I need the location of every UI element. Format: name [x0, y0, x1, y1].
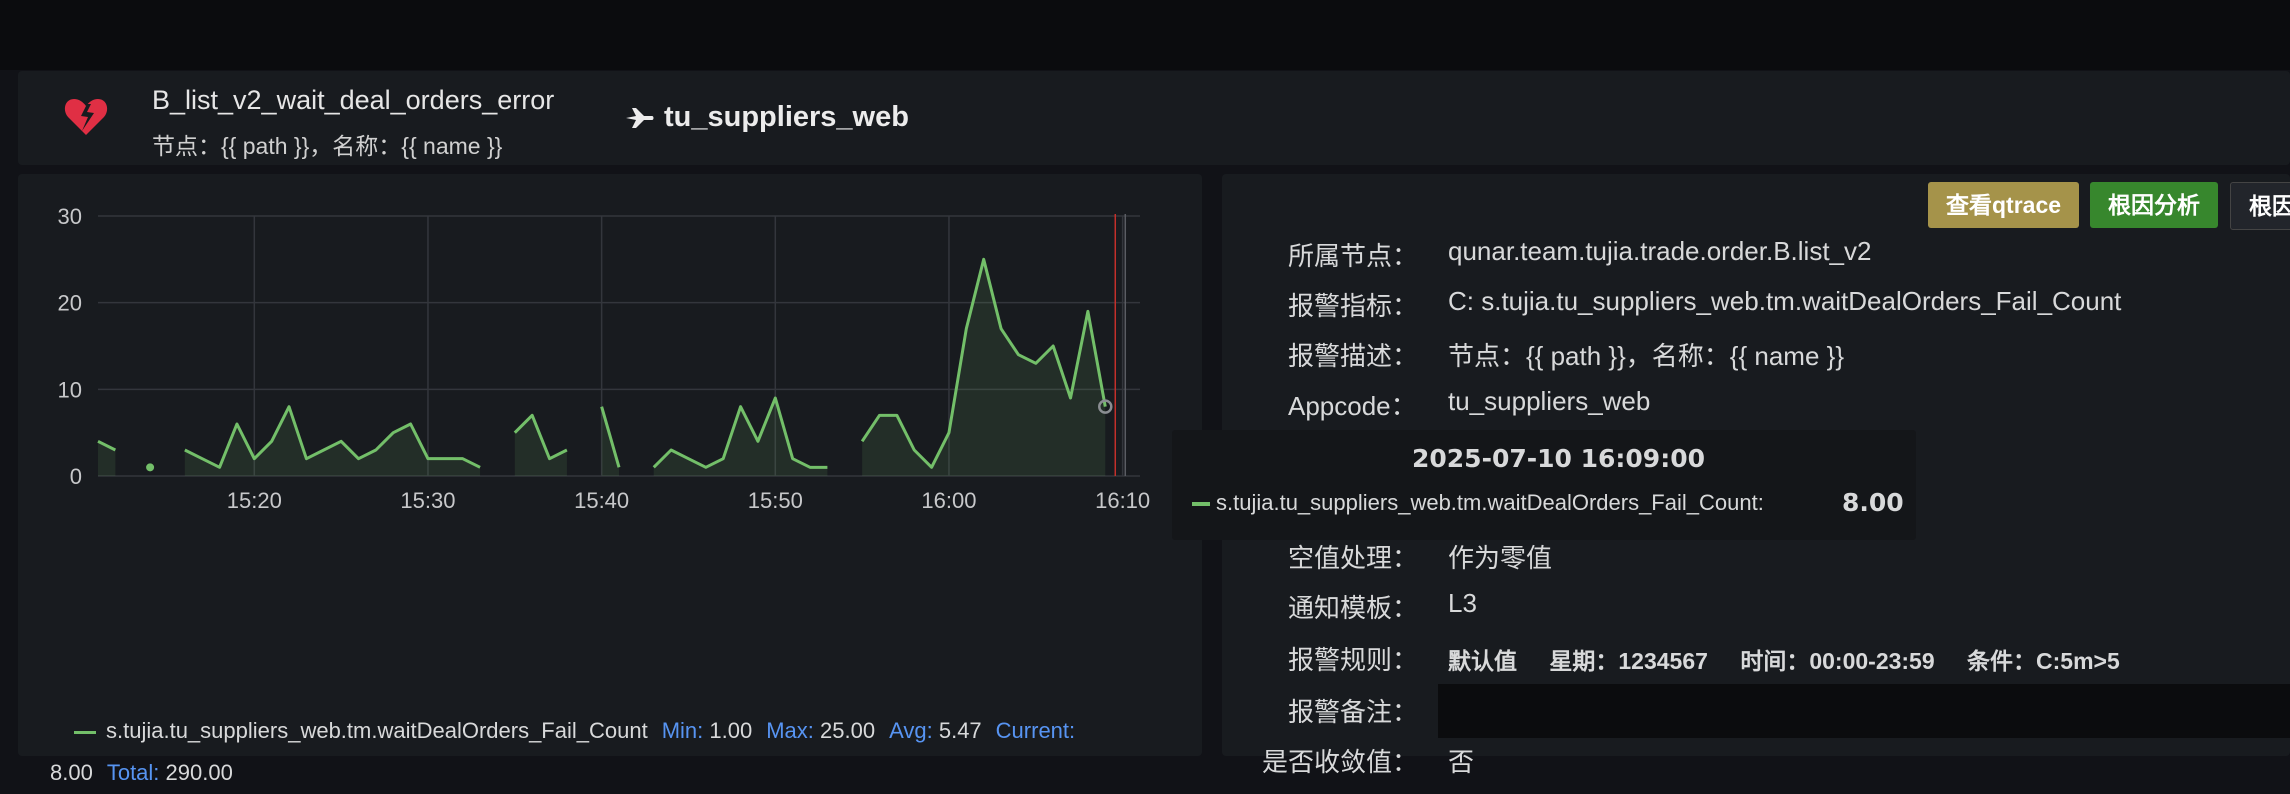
series-point [146, 463, 155, 472]
metric-label: 报警指标： [1288, 291, 1419, 321]
y-tick-label: 20 [58, 291, 82, 316]
root-cause-button-2[interactable]: 根因 [2230, 182, 2290, 230]
null-value: 作为零值 [1448, 543, 1553, 573]
node-value: qunar.team.tujia.trade.order.B.list_v2 [1448, 236, 1872, 266]
alert-title: B_list_v2_wait_deal_orders_error [152, 85, 555, 115]
appcode-label: Appcode： [1288, 391, 1417, 421]
tooltip-value: 8.00 [1842, 488, 1904, 517]
broken-heart-icon [64, 99, 108, 135]
view-qtrace-button[interactable]: 查看qtrace [1928, 182, 2080, 228]
legend-avg-label: Avg: [889, 718, 933, 743]
rule-label: 报警规则： [1288, 645, 1419, 675]
y-tick-label: 30 [58, 204, 82, 229]
chart-tooltip: 2025-07-10 16:09:00 s.tujia.tu_suppliers… [1172, 430, 1916, 540]
time-series-chart[interactable]: 0 10 20 30 15:20 15:30 15:40 15:50 16:00 16:10 [18, 174, 1202, 524]
alert-header: B_list_v2_wait_deal_orders_error 节点：{{ p… [18, 71, 2290, 165]
appcode-value: tu_suppliers_web [1448, 386, 1651, 416]
tooltip-series: s.tujia.tu_suppliers_web.tm.waitDealOrde… [1192, 490, 1764, 516]
x-tick-label: 15:40 [574, 488, 629, 513]
remark-input[interactable] [1438, 684, 2290, 738]
chart-legend: s.tujia.tu_suppliers_web.tm.waitDealOrde… [18, 710, 1168, 794]
partial-value: 否 [1448, 747, 1475, 777]
node-label: 所属节点： [1288, 241, 1419, 271]
top-bar [0, 0, 2290, 70]
desc-value: 节点：{{ path }}，名称：{{ name }} [1448, 341, 1845, 371]
legend-avg-value: 5.47 [938, 718, 982, 743]
template-value: L3 [1448, 588, 1477, 618]
alert-subtitle: 节点：{{ path }}，名称：{{ name }} [152, 133, 503, 159]
legend-series-name[interactable]: s.tujia.tu_suppliers_web.tm.waitDealOrde… [106, 718, 648, 743]
chart-panel: 0 10 20 30 15:20 15:30 15:40 15:50 16:00 16:10 s.… [18, 174, 1202, 785]
legend-swatch [74, 730, 96, 734]
template-label: 通知模板： [1288, 593, 1419, 623]
legend-current-label: Current: [995, 718, 1076, 743]
tooltip-series-name: s.tujia.tu_suppliers_web.tm.waitDealOrde… [1216, 490, 1764, 515]
legend-max-value: 25.00 [820, 718, 876, 743]
rule-condition: 条件：C:5m>5 [1967, 648, 2120, 674]
legend-total-value: 290.00 [165, 760, 233, 785]
x-tick-label: 16:10 [1095, 488, 1150, 513]
x-tick-label: 15:20 [227, 488, 282, 513]
y-tick-label: 10 [58, 377, 82, 402]
rule-default: 默认值 [1448, 648, 1517, 674]
legend-min-label: Min: [661, 718, 704, 743]
x-tick-label: 15:30 [400, 488, 455, 513]
partial-label: 是否收敛值： [1262, 747, 1419, 777]
airplane-icon [626, 107, 654, 128]
rule-week: 星期：1234567 [1549, 648, 1708, 674]
remark-label: 报警备注： [1288, 697, 1419, 727]
y-tick-label: 0 [70, 464, 82, 489]
series-area [862, 259, 1106, 476]
rule-time: 时间：00:00-23:59 [1740, 648, 1935, 674]
null-label: 空值处理： [1288, 543, 1419, 573]
legend-total-label: Total: [106, 760, 160, 785]
app-name[interactable]: tu_suppliers_web [624, 101, 909, 134]
desc-label: 报警描述： [1288, 341, 1419, 371]
rule-values: 默认值 星期：1234567 时间：00:00-23:59 条件：C:5m>5 [1448, 642, 2120, 676]
legend-current-value: 8.00 [50, 760, 93, 785]
legend-max-label: Max: [766, 718, 814, 743]
x-tick-label: 16:00 [921, 488, 976, 513]
metric-value: C: s.tujia.tu_suppliers_web.tm.waitDealO… [1448, 286, 2122, 316]
root-cause-button[interactable]: 根因分析 [2090, 182, 2218, 228]
tooltip-time: 2025-07-10 16:09:00 [1412, 444, 1705, 473]
tooltip-swatch [1192, 502, 1210, 507]
x-tick-label: 15:50 [748, 488, 803, 513]
app-name-label: tu_suppliers_web [664, 101, 909, 133]
legend-min-value: 1.00 [709, 718, 753, 743]
